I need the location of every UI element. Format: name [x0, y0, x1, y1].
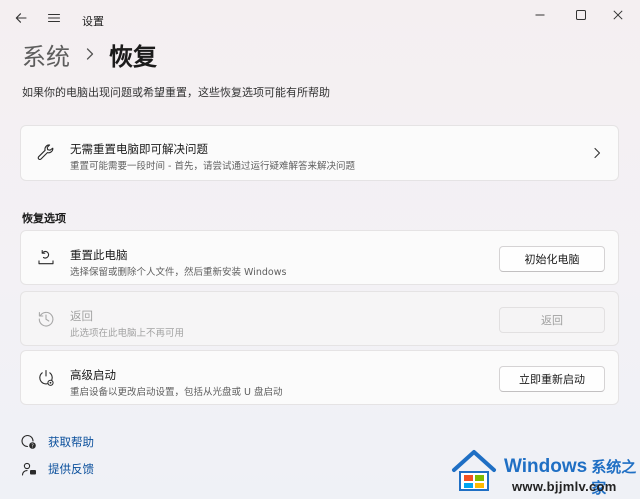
- advanced-startup-subtitle: 重启设备以更改启动设置，包括从光盘或 U 盘启动: [70, 387, 283, 398]
- chevron-right-icon: [594, 147, 601, 159]
- go-back-card: 返回 此选项在此电脑上不再可用 返回: [20, 291, 619, 346]
- site-watermark: Windows 系统之家 www.bjjmlv.com: [446, 446, 640, 499]
- help-icon: ?: [20, 433, 38, 451]
- minimize-icon: [535, 14, 545, 16]
- history-icon: [35, 308, 57, 330]
- give-feedback-label: 提供反馈: [48, 462, 94, 476]
- reset-pc-button[interactable]: 初始化电脑: [499, 246, 605, 272]
- reset-pc-title: 重置此电脑: [70, 248, 128, 262]
- reset-pc-icon: [35, 247, 57, 269]
- watermark-url: www.bjjmlv.com: [512, 479, 617, 494]
- restart-now-button[interactable]: 立即重新启动: [499, 366, 605, 392]
- reset-pc-card: 重置此电脑 选择保留或删除个人文件，然后重新安装 Windows 初始化电脑: [20, 230, 619, 285]
- advanced-startup-card: 高级启动 重启设备以更改启动设置，包括从光盘或 U 盘启动 立即重新启动: [20, 350, 619, 405]
- give-feedback-link[interactable]: 提供反馈: [20, 459, 94, 479]
- recovery-options-heading: 恢复选项: [22, 212, 66, 225]
- close-button[interactable]: [596, 4, 640, 26]
- get-help-link[interactable]: ? 获取帮助: [20, 432, 94, 452]
- advanced-startup-title: 高级启动: [70, 368, 116, 382]
- page-title: 恢复: [109, 42, 157, 71]
- windows-house-logo-icon: [452, 450, 496, 491]
- breadcrumb: 系统 恢复: [22, 36, 157, 72]
- nav-menu-button[interactable]: [42, 6, 66, 30]
- fix-without-reset-card[interactable]: 无需重置电脑即可解决问题 重置可能需要一段时间 - 首先，请尝试通过运行疑难解答…: [20, 125, 619, 181]
- back-button[interactable]: [9, 6, 33, 30]
- fix-card-title: 无需重置电脑即可解决问题: [70, 142, 208, 156]
- go-back-subtitle: 此选项在此电脑上不再可用: [70, 328, 185, 339]
- hamburger-icon: [47, 13, 61, 23]
- go-back-title: 返回: [70, 309, 93, 323]
- go-back-button: 返回: [499, 307, 605, 333]
- advanced-startup-icon: [35, 367, 57, 389]
- back-arrow-icon: [15, 13, 27, 23]
- reset-pc-subtitle: 选择保留或删除个人文件，然后重新安装 Windows: [70, 267, 287, 278]
- page-description: 如果你的电脑出现问题或希望重置，这些恢复选项可能有所帮助: [22, 86, 330, 99]
- maximize-icon: [576, 10, 586, 20]
- minimize-button[interactable]: [518, 4, 562, 26]
- svg-text:?: ?: [31, 443, 34, 449]
- app-title: 设置: [82, 15, 104, 28]
- wrench-icon: [35, 142, 57, 164]
- close-icon: [613, 10, 623, 20]
- settings-window: 设置 系统 恢复 如果你的电脑出现问题或希望重置，这些恢复选项可能有所帮助 无需…: [0, 0, 640, 499]
- get-help-label: 获取帮助: [48, 435, 94, 449]
- title-bar: 设置: [0, 0, 640, 34]
- chevron-right-icon: [84, 47, 96, 61]
- breadcrumb-system-link[interactable]: 系统: [22, 37, 70, 72]
- watermark-brand: Windows: [504, 456, 588, 477]
- feedback-icon: [20, 460, 38, 478]
- fix-card-subtitle: 重置可能需要一段时间 - 首先，请尝试通过运行疑难解答来解决问题: [70, 161, 355, 172]
